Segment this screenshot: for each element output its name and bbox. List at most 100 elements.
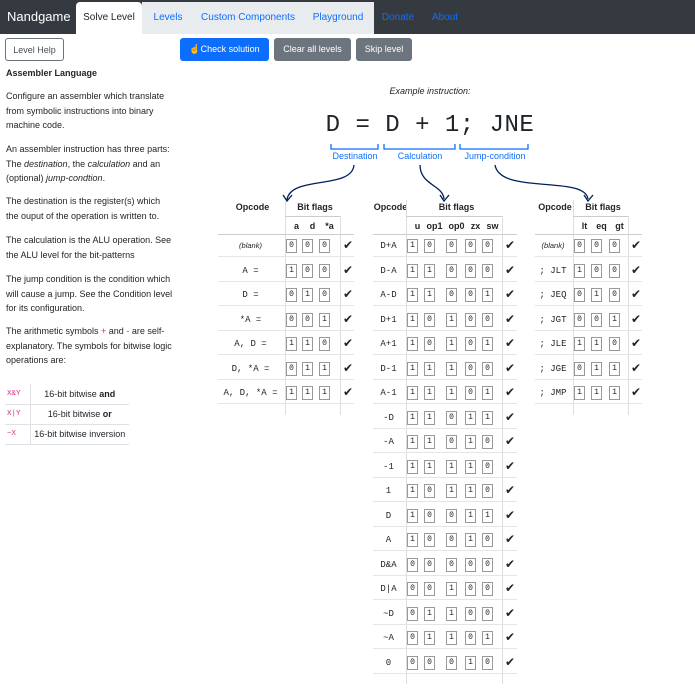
calc-bit-input-u[interactable]: 1 [407, 508, 418, 523]
calc-bit-input-op1[interactable]: 0 [424, 312, 435, 327]
calc-bit-input-sw[interactable]: 0 [482, 533, 493, 547]
calc-bit-input-zx[interactable]: 1 [465, 533, 476, 547]
calc-bit-input-op1[interactable]: 0 [424, 337, 435, 351]
dest-bit-input-*a[interactable]: 0 [319, 239, 330, 253]
calc-bit-input-op1[interactable]: 0 [424, 582, 435, 596]
calc-bit-input-op0[interactable]: 1 [446, 386, 457, 400]
calc-bit-input-zx[interactable]: 0 [465, 386, 476, 400]
jump-bit-input-eq[interactable]: 1 [591, 361, 602, 376]
jump-bit-input-eq[interactable]: 0 [591, 239, 602, 253]
calc-bit-input-op1[interactable]: 1 [424, 410, 435, 425]
calc-bit-input-u[interactable]: 1 [407, 484, 418, 498]
calc-bit-input-sw[interactable]: 1 [482, 288, 493, 302]
calc-bit-input-op1[interactable]: 1 [424, 386, 435, 400]
calc-bit-input-u[interactable]: 1 [407, 410, 418, 425]
calc-bit-input-op0[interactable]: 0 [446, 263, 457, 278]
calc-bit-input-zx[interactable]: 0 [465, 239, 476, 253]
dest-bit-input-*a[interactable]: 1 [319, 361, 330, 376]
calc-bit-input-op0[interactable]: 1 [446, 312, 457, 327]
calc-bit-input-sw[interactable]: 1 [482, 631, 493, 645]
dest-bit-input-a[interactable]: 0 [286, 361, 297, 376]
calc-bit-input-sw[interactable]: 0 [482, 582, 493, 596]
jump-bit-input-lt[interactable]: 0 [574, 312, 585, 327]
calc-bit-input-zx[interactable]: 0 [465, 288, 476, 302]
calc-bit-input-u[interactable]: 1 [407, 386, 418, 400]
jump-bit-input-gt[interactable]: 0 [609, 263, 620, 278]
jump-bit-input-eq[interactable]: 1 [591, 386, 602, 400]
jump-bit-input-gt[interactable]: 1 [609, 361, 620, 376]
jump-bit-input-eq[interactable]: 1 [591, 337, 602, 351]
dest-bit-input-*a[interactable]: 0 [319, 337, 330, 351]
calc-bit-input-u[interactable]: 0 [407, 606, 418, 621]
calc-bit-input-zx[interactable]: 0 [465, 606, 476, 621]
jump-bit-input-lt[interactable]: 0 [574, 361, 585, 376]
calc-bit-input-op0[interactable]: 1 [446, 631, 457, 645]
calc-bit-input-op0[interactable]: 1 [446, 606, 457, 621]
calc-bit-input-zx[interactable]: 1 [465, 459, 476, 474]
jump-bit-input-lt[interactable]: 0 [574, 239, 585, 253]
calc-bit-input-op0[interactable]: 0 [446, 508, 457, 523]
dest-bit-input-a[interactable]: 1 [286, 337, 297, 351]
calc-bit-input-sw[interactable]: 1 [482, 508, 493, 523]
calc-bit-input-op1[interactable]: 1 [424, 435, 435, 449]
jump-bit-input-gt[interactable]: 1 [609, 386, 620, 400]
calc-bit-input-u[interactable]: 0 [407, 557, 418, 572]
dest-bit-input-d[interactable]: 1 [302, 288, 313, 302]
calc-bit-input-op1[interactable]: 1 [424, 606, 435, 621]
calc-bit-input-sw[interactable]: 0 [482, 484, 493, 498]
calc-bit-input-zx[interactable]: 1 [465, 410, 476, 425]
calc-bit-input-u[interactable]: 1 [407, 361, 418, 376]
dest-bit-input-a[interactable]: 1 [286, 263, 297, 278]
jump-bit-input-lt[interactable]: 0 [574, 288, 585, 302]
calc-bit-input-sw[interactable]: 1 [482, 337, 493, 351]
calc-bit-input-u[interactable]: 1 [407, 533, 418, 547]
calc-bit-input-op0[interactable]: 1 [446, 337, 457, 351]
calc-bit-input-zx[interactable]: 1 [465, 508, 476, 523]
jump-bit-input-lt[interactable]: 1 [574, 386, 585, 400]
calc-bit-input-u[interactable]: 1 [407, 337, 418, 351]
dest-bit-input-a[interactable]: 0 [286, 239, 297, 253]
dest-bit-input-d[interactable]: 0 [302, 312, 313, 327]
jump-bit-input-eq[interactable]: 0 [591, 263, 602, 278]
calc-bit-input-u[interactable]: 1 [407, 239, 418, 253]
calc-bit-input-u[interactable]: 1 [407, 459, 418, 474]
jump-bit-input-eq[interactable]: 0 [591, 312, 602, 327]
calc-bit-input-zx[interactable]: 0 [465, 337, 476, 351]
calc-bit-input-sw[interactable]: 0 [482, 312, 493, 327]
dest-bit-input-*a[interactable]: 1 [319, 312, 330, 327]
calc-bit-input-sw[interactable]: 0 [482, 606, 493, 621]
calc-bit-input-sw[interactable]: 0 [482, 655, 493, 670]
calc-bit-input-op0[interactable]: 0 [446, 239, 457, 253]
calc-bit-input-op0[interactable]: 0 [446, 410, 457, 425]
dest-bit-input-a[interactable]: 0 [286, 312, 297, 327]
calc-bit-input-op1[interactable]: 1 [424, 631, 435, 645]
calc-bit-input-zx[interactable]: 0 [465, 582, 476, 596]
calc-bit-input-zx[interactable]: 0 [465, 361, 476, 376]
calc-bit-input-op0[interactable]: 0 [446, 533, 457, 547]
calc-bit-input-op0[interactable]: 1 [446, 361, 457, 376]
jump-bit-input-gt[interactable]: 0 [609, 239, 620, 253]
calc-bit-input-u[interactable]: 1 [407, 288, 418, 302]
calc-bit-input-u[interactable]: 1 [407, 263, 418, 278]
jump-bit-input-eq[interactable]: 1 [591, 288, 602, 302]
calc-bit-input-op0[interactable]: 0 [446, 435, 457, 449]
dest-bit-input-a[interactable]: 0 [286, 288, 297, 302]
jump-bit-input-lt[interactable]: 1 [574, 263, 585, 278]
calc-bit-input-zx[interactable]: 1 [465, 655, 476, 670]
calc-bit-input-op0[interactable]: 0 [446, 288, 457, 302]
calc-bit-input-op0[interactable]: 0 [446, 655, 457, 670]
dest-bit-input-d[interactable]: 1 [302, 337, 313, 351]
calc-bit-input-op1[interactable]: 0 [424, 508, 435, 523]
dest-bit-input-*a[interactable]: 0 [319, 288, 330, 302]
calc-bit-input-zx[interactable]: 0 [465, 263, 476, 278]
calc-bit-input-sw[interactable]: 0 [482, 263, 493, 278]
calc-bit-input-sw[interactable]: 1 [482, 410, 493, 425]
calc-bit-input-zx[interactable]: 1 [465, 435, 476, 449]
calc-bit-input-zx[interactable]: 0 [465, 557, 476, 572]
jump-bit-input-gt[interactable]: 0 [609, 337, 620, 351]
calc-bit-input-u[interactable]: 0 [407, 631, 418, 645]
calc-bit-input-op1[interactable]: 1 [424, 459, 435, 474]
calc-bit-input-op0[interactable]: 1 [446, 484, 457, 498]
dest-bit-input-d[interactable]: 0 [302, 239, 313, 253]
calc-bit-input-op1[interactable]: 1 [424, 288, 435, 302]
